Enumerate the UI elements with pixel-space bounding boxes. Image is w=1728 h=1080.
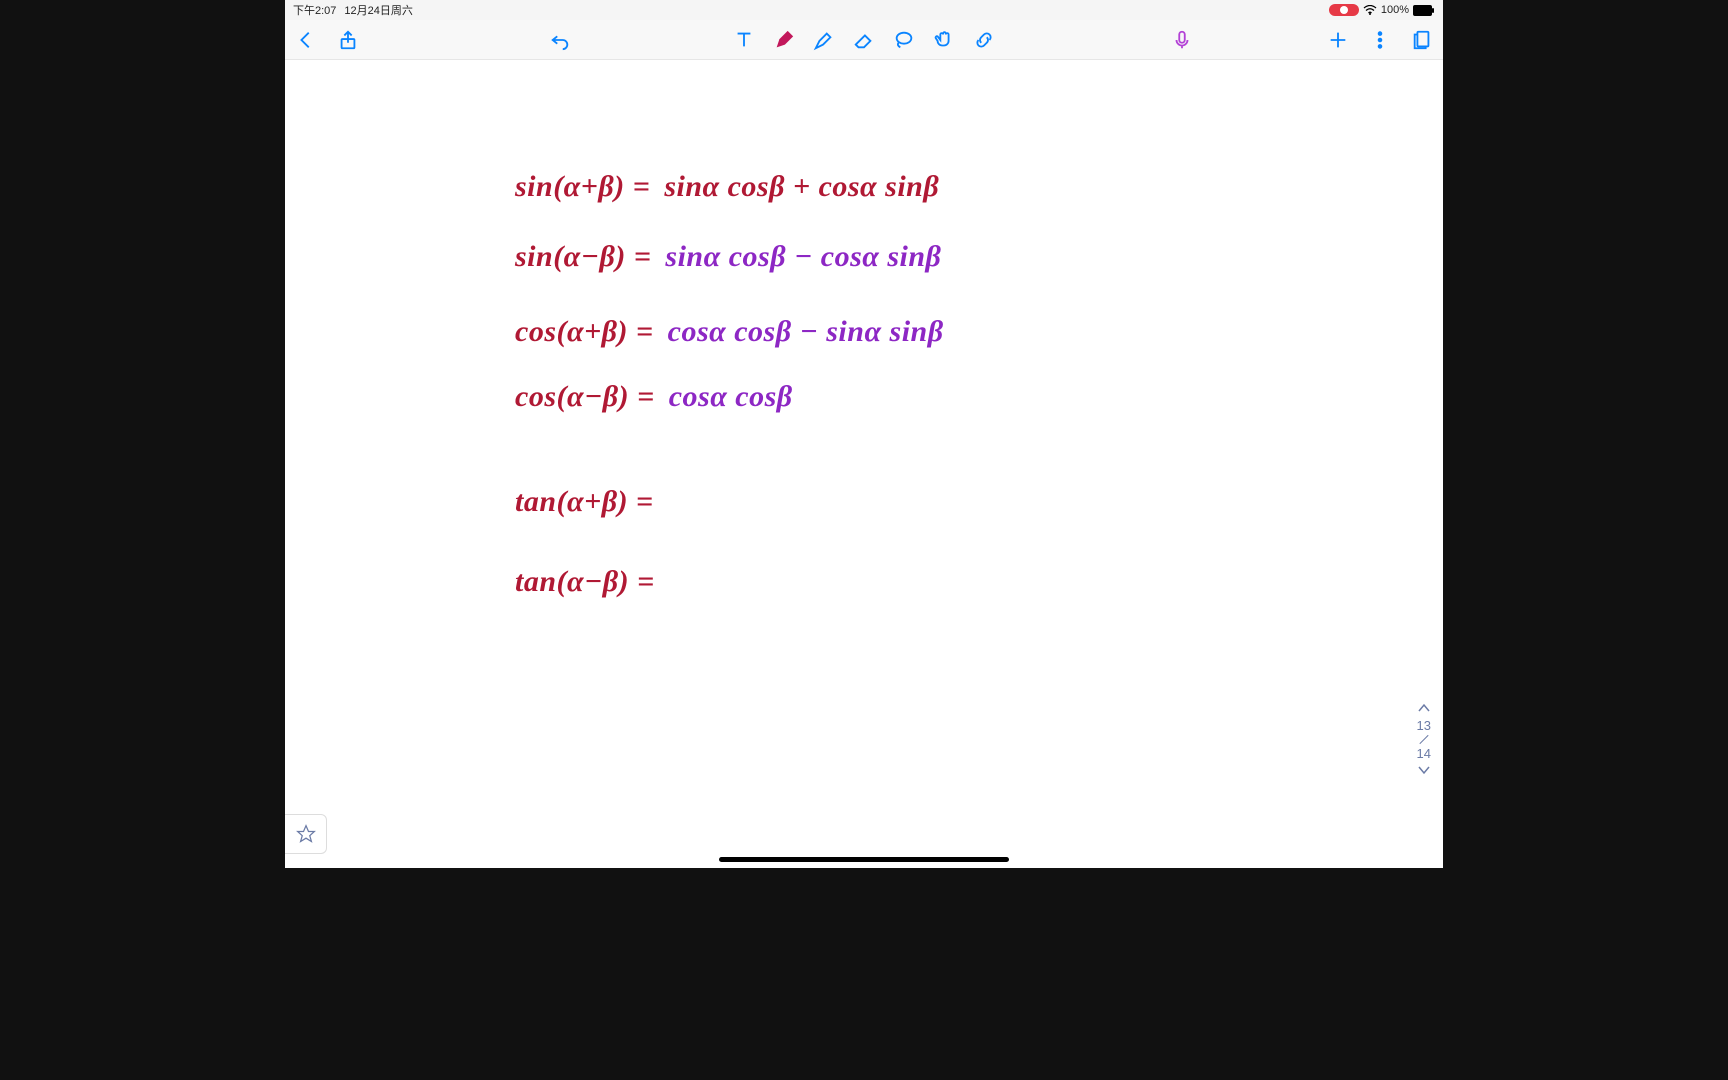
record-indicator — [1329, 4, 1359, 16]
link-icon — [973, 29, 995, 51]
highlighter-icon — [813, 29, 835, 51]
equation-row: tan(α−β) = — [515, 565, 669, 599]
hand-tool[interactable] — [933, 29, 955, 51]
hand-icon — [933, 29, 955, 51]
page-up[interactable] — [1417, 701, 1431, 716]
chevron-up-icon — [1417, 703, 1431, 713]
add-icon — [1327, 29, 1349, 51]
equation-lhs: tan(α+β) = — [515, 485, 654, 519]
equation-row: sin(α−β) = sinα cosβ − cosα sinβ — [515, 240, 941, 274]
page-sep — [1419, 735, 1428, 744]
lasso-icon — [893, 29, 915, 51]
mic-button[interactable] — [1171, 29, 1193, 51]
page-down[interactable] — [1417, 763, 1431, 778]
record-icon — [1339, 5, 1349, 15]
battery-icon — [1413, 5, 1435, 16]
toolbar — [285, 20, 1443, 60]
share-icon — [337, 29, 359, 51]
more-icon — [1369, 29, 1391, 51]
equation-rhs: sinα cosβ − cosα sinβ — [665, 240, 941, 274]
pages-icon — [1411, 29, 1433, 51]
text-tool[interactable] — [733, 29, 755, 51]
equation-row: cos(α−β) = cosα cosβ — [515, 380, 793, 414]
pen-icon — [773, 29, 795, 51]
equation-row: sin(α+β) = sinα cosβ + cosα sinβ — [515, 170, 939, 204]
total-pages: 14 — [1417, 746, 1431, 761]
status-bar: 下午2:07 12月24日周六 100% — [285, 0, 1443, 20]
eraser-icon — [853, 29, 875, 51]
battery-percent: 100% — [1381, 4, 1409, 16]
add-button[interactable] — [1327, 29, 1349, 51]
equation-lhs: tan(α−β) = — [515, 565, 655, 599]
pages-button[interactable] — [1411, 29, 1433, 51]
highlighter-tool[interactable] — [813, 29, 835, 51]
equation-lhs: sin(α+β) = — [515, 170, 650, 204]
current-page: 13 — [1417, 718, 1431, 733]
lasso-tool[interactable] — [893, 29, 915, 51]
app-window: 下午2:07 12月24日周六 100% — [285, 0, 1443, 868]
star-icon — [296, 824, 316, 844]
equation-rhs: cosα cosβ − sinα sinβ — [668, 315, 944, 349]
more-button[interactable] — [1369, 29, 1391, 51]
equation-lhs: cos(α+β) = — [515, 315, 654, 349]
equation-lhs: sin(α−β) = — [515, 240, 651, 274]
mic-icon — [1171, 29, 1193, 51]
page-navigator: 13 14 — [1417, 701, 1431, 778]
undo-icon — [549, 29, 571, 51]
pen-tool[interactable] — [773, 29, 795, 51]
favorite-tab[interactable] — [285, 814, 327, 854]
note-canvas[interactable]: 13 14 sin(α+β) = sinα cosβ + cosα sinβsi… — [285, 60, 1443, 868]
equation-row: cos(α+β) = cosα cosβ − sinα sinβ — [515, 315, 944, 349]
status-date: 12月24日周六 — [344, 2, 412, 18]
home-indicator[interactable] — [719, 857, 1009, 862]
undo-button[interactable] — [549, 29, 571, 51]
equation-rhs: cosα cosβ — [669, 380, 793, 414]
equation-lhs: cos(α−β) = — [515, 380, 655, 414]
equation-row: tan(α+β) = — [515, 485, 668, 519]
wifi-icon — [1363, 5, 1377, 15]
link-tool[interactable] — [973, 29, 995, 51]
equation-rhs: sinα cosβ + cosα sinβ — [664, 170, 939, 204]
chevron-down-icon — [1417, 765, 1431, 775]
back-icon — [295, 29, 317, 51]
back-button[interactable] — [295, 29, 317, 51]
status-time: 下午2:07 — [293, 2, 336, 18]
text-icon — [733, 29, 755, 51]
share-button[interactable] — [337, 29, 359, 51]
eraser-tool[interactable] — [853, 29, 875, 51]
